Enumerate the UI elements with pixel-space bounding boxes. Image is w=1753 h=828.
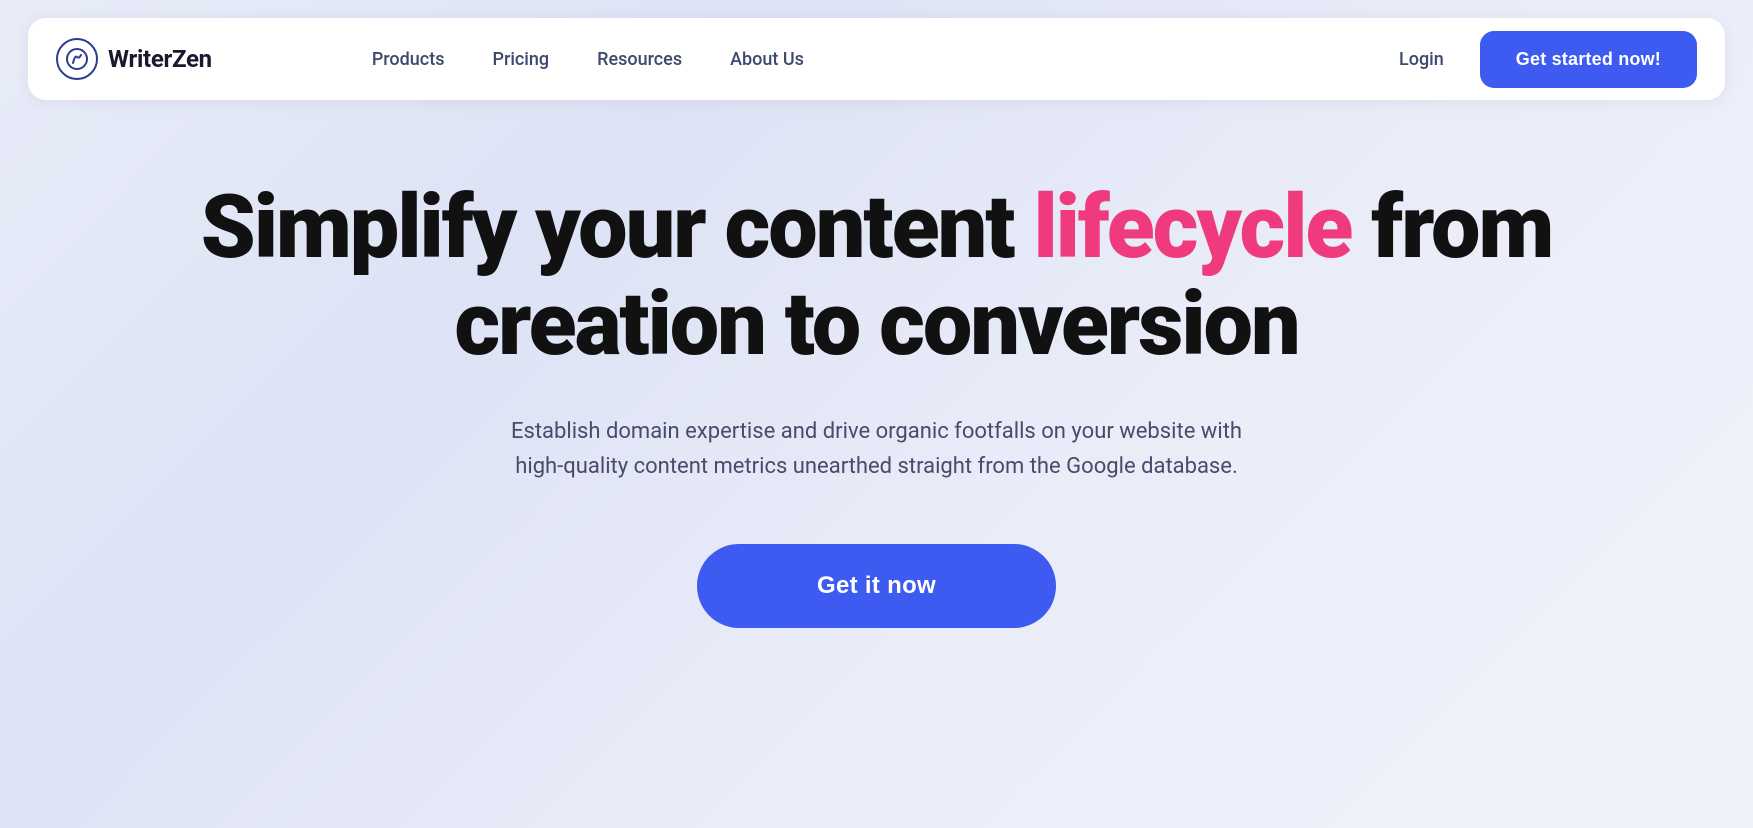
nav-pricing[interactable]: Pricing [492,49,549,70]
get-started-button[interactable]: Get started now! [1480,31,1697,88]
logo-link[interactable]: WriterZen [56,38,212,80]
headline-part1: Simplify your content [201,176,1034,279]
nav-resources[interactable]: Resources [597,49,682,70]
login-link[interactable]: Login [1399,49,1444,70]
logo-text: WriterZen [108,45,212,73]
nav-about-us[interactable]: About Us [730,49,804,70]
hero-subtext: Establish domain expertise and drive org… [497,414,1257,484]
headline-part2: from [1351,176,1552,279]
nav-products[interactable]: Products [372,49,445,70]
headline-highlight: lifecycle [1033,176,1351,279]
headline-line2: creation to conversion [454,273,1298,376]
navbar: WriterZen Products Pricing Resources Abo… [28,18,1725,100]
nav-right: Login Get started now! [1399,31,1697,88]
get-it-now-button[interactable]: Get it now [697,544,1056,628]
nav-links: Products Pricing Resources About Us [372,49,1399,70]
hero-section: Simplify your content lifecycle from cre… [0,100,1753,688]
logo-icon [56,38,98,80]
hero-headline: Simplify your content lifecycle from cre… [201,180,1553,374]
